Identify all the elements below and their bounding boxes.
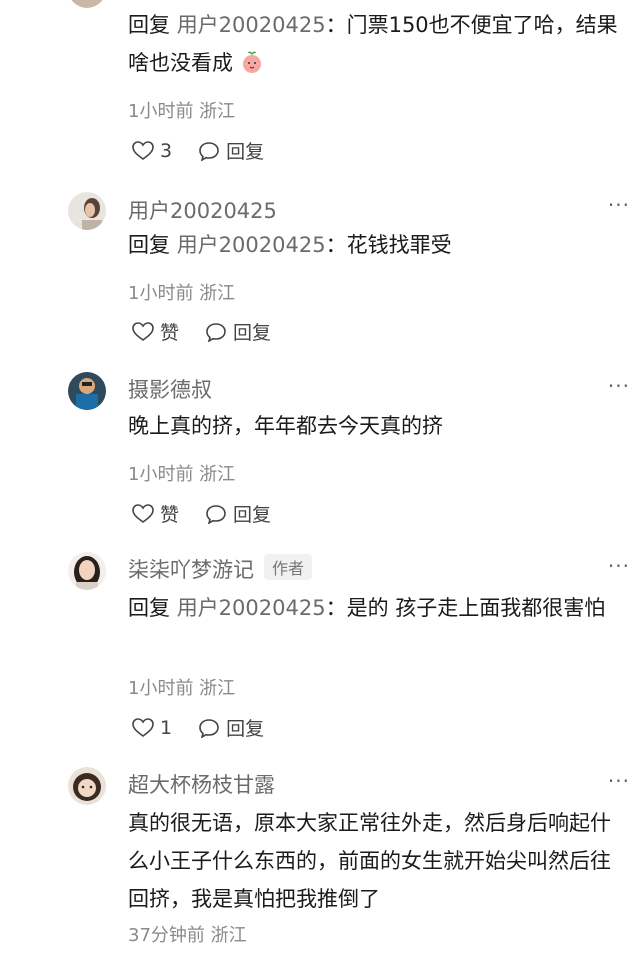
comment-item: 超大杯杨枝甘露 ··· 真的很无语，原本大家正常往外走，然后身后响起什么小王子什… bbox=[0, 755, 640, 960]
like-count: 3 bbox=[160, 139, 173, 162]
username[interactable]: 用户20020425 bbox=[128, 195, 277, 225]
like-button[interactable]: 赞 bbox=[132, 500, 179, 527]
comment-meta: 1小时前 浙江 bbox=[128, 283, 236, 304]
like-button[interactable]: 1 bbox=[132, 717, 172, 739]
comment-body: ：花钱找罪受 bbox=[325, 233, 452, 257]
avatar[interactable] bbox=[68, 552, 106, 590]
avatar[interactable] bbox=[68, 372, 106, 410]
comment-text: 晚上真的挤，年年都去今天真的挤 bbox=[128, 407, 626, 445]
comment-item: 摄影德叔 ··· 晚上真的挤，年年都去今天真的挤 1小时前 浙江 赞 回复 bbox=[0, 360, 640, 540]
comment-body: 晚上真的挤，年年都去今天真的挤 bbox=[128, 414, 443, 438]
comment-meta: 1小时前 浙江 bbox=[128, 464, 236, 485]
reply-label: 回复 bbox=[226, 141, 265, 163]
avatar[interactable] bbox=[68, 192, 106, 230]
heart-icon bbox=[132, 717, 154, 737]
more-options-icon[interactable]: ··· bbox=[608, 554, 630, 578]
more-options-icon[interactable]: ··· bbox=[608, 769, 630, 793]
more-options-icon[interactable]: ··· bbox=[608, 193, 630, 217]
heart-icon bbox=[132, 321, 154, 341]
reply-prefix: 回复 bbox=[128, 233, 170, 257]
username[interactable]: 摄影德叔 bbox=[128, 374, 212, 404]
like-button[interactable]: 赞 bbox=[132, 318, 179, 345]
comment-text: 回复 用户20020425：门票150也不便宜了哈，结果啥也没看成 bbox=[128, 6, 626, 86]
heart-icon bbox=[132, 503, 154, 523]
reply-label: 回复 bbox=[226, 718, 265, 740]
reply-to-user[interactable]: 用户20020425 bbox=[177, 596, 326, 620]
reply-label: 回复 bbox=[233, 322, 272, 344]
username[interactable]: 柒柒吖梦游记 作者 bbox=[128, 554, 313, 584]
reply-to-user[interactable]: 用户20020425 bbox=[177, 233, 326, 257]
author-badge: 作者 bbox=[264, 554, 313, 580]
username[interactable]: 超大杯杨枝甘露 bbox=[128, 769, 275, 799]
comment-actions: 1 回复 bbox=[132, 714, 290, 741]
comment-meta: 1小时前 浙江 bbox=[128, 678, 236, 699]
comment-text: 回复 用户20020425：花钱找罪受 bbox=[128, 226, 626, 264]
reply-button[interactable]: 回复 bbox=[205, 318, 271, 345]
avatar[interactable] bbox=[68, 767, 106, 805]
reply-button[interactable]: 回复 bbox=[205, 500, 271, 527]
reply-prefix: 回复 bbox=[128, 13, 170, 37]
speech-bubble-icon bbox=[199, 141, 219, 161]
reply-label: 回复 bbox=[233, 504, 272, 526]
like-label: 赞 bbox=[160, 322, 180, 344]
comment-text: 回复 用户20020425：是的 孩子走上面我都很害怕 bbox=[128, 589, 626, 627]
like-label: 赞 bbox=[160, 504, 180, 526]
like-count: 1 bbox=[160, 716, 173, 739]
like-button[interactable]: 3 bbox=[132, 140, 172, 162]
comment-text: 真的很无语，原本大家正常往外走，然后身后响起什么小王子什么东西的，前面的女生就开… bbox=[128, 804, 626, 918]
comment-item: 回复 用户20020425：门票150也不便宜了哈，结果啥也没看成 1小时前 浙… bbox=[0, 0, 640, 175]
avatar[interactable] bbox=[68, 0, 106, 8]
comment-actions: 赞 回复 bbox=[132, 318, 297, 345]
speech-bubble-icon bbox=[206, 504, 226, 524]
comment-body: 真的很无语，原本大家正常往外走，然后身后响起什么小王子什么东西的，前面的女生就开… bbox=[128, 811, 611, 911]
comment-actions: 3 回复 bbox=[132, 137, 290, 164]
peach-face-emoji-icon bbox=[240, 48, 264, 86]
comment-item: 用户20020425 ··· 回复 用户20020425：花钱找罪受 1小时前 … bbox=[0, 175, 640, 360]
reply-button[interactable]: 回复 bbox=[198, 137, 264, 164]
comment-item: 柒柒吖梦游记 作者 ··· 回复 用户20020425：是的 孩子走上面我都很害怕… bbox=[0, 540, 640, 755]
reply-prefix: 回复 bbox=[128, 596, 170, 620]
comment-meta: 37分钟前 浙江 bbox=[128, 925, 247, 946]
username-text[interactable]: 柒柒吖梦游记 bbox=[128, 558, 254, 582]
heart-icon bbox=[132, 140, 154, 160]
comment-actions: 赞 回复 bbox=[132, 500, 297, 527]
comment-meta: 1小时前 浙江 bbox=[128, 101, 236, 122]
reply-button[interactable]: 回复 bbox=[198, 714, 264, 741]
speech-bubble-icon bbox=[206, 322, 226, 342]
speech-bubble-icon bbox=[199, 718, 219, 738]
more-options-icon[interactable]: ··· bbox=[608, 374, 630, 398]
comment-body: ：是的 孩子走上面我都很害怕 bbox=[325, 596, 606, 620]
reply-to-user[interactable]: 用户20020425 bbox=[177, 13, 326, 37]
